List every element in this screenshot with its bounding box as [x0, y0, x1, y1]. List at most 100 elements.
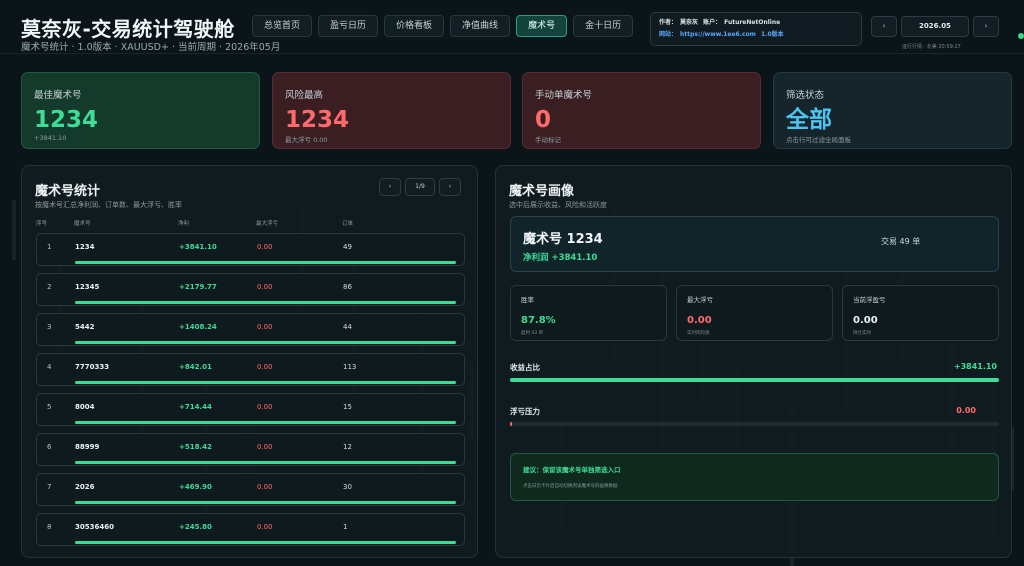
- table-row[interactable]: 5 8004 +714.44 0.00 15: [36, 393, 465, 426]
- kpi-sub: +3841.10: [34, 134, 67, 142]
- row-magic: 12345: [75, 283, 100, 291]
- income-share-value: +3841.10: [953, 362, 997, 371]
- row-profit: +714.44: [179, 403, 212, 411]
- kpi-sub: 手动标记: [535, 136, 561, 144]
- panel-title: 魔术号统计: [35, 184, 101, 199]
- status-dot-icon: [1018, 33, 1024, 39]
- row-orders: 86: [343, 283, 352, 291]
- nav-pnl-calendar[interactable]: 盈亏日历: [318, 15, 379, 37]
- kpi-manual-magic[interactable]: 手动单魔术号 0 手动标记: [522, 72, 761, 149]
- row-magic: 88999: [75, 443, 100, 451]
- top-nav: 总览首页 盈亏日历 价格看板 净值曲线 魔术号 金十日历: [252, 15, 634, 37]
- table-row[interactable]: 2 12345 +2179.77 0.00 86: [36, 273, 465, 306]
- account-label: 账户：: [703, 19, 722, 26]
- metric-value: 87.8%: [521, 315, 556, 326]
- row-share-fill: [75, 541, 456, 544]
- col-magic: 魔术号: [74, 221, 91, 227]
- pager: ‹ 1/9 ›: [379, 178, 461, 196]
- advice-sub: 点击日历卡片后自动切换到该魔术号的画像数据: [523, 484, 618, 489]
- table-row[interactable]: 3 5442 +1408.24 0.00 44: [36, 313, 465, 346]
- portrait-trade-count: 交易 49 单: [881, 237, 921, 246]
- row-share-fill: [75, 261, 456, 264]
- app-title: 莫奈灰-交易统计驾驶舱: [21, 17, 235, 41]
- metric-sub: 盈利 43 单: [521, 331, 544, 336]
- row-share-fill: [75, 421, 456, 424]
- table-row[interactable]: 1 1234 +3841.10 0.00 49: [36, 233, 465, 266]
- kpi-best-magic[interactable]: 最佳魔术号 1234 +3841.10: [21, 72, 260, 149]
- author-row: 作者： 莫奈灰 账户： FutureNetOnline: [659, 17, 853, 29]
- row-profit: +2179.77: [179, 283, 217, 291]
- metric-label: 当前浮盈亏: [853, 296, 886, 304]
- row-profit: +518.42: [179, 443, 212, 451]
- kpi-filter-status[interactable]: 筛选状态 全部 点击行可过滤全局面板: [773, 72, 1012, 149]
- date-next-button[interactable]: ›: [973, 16, 999, 37]
- row-max-drawdown: 0.00: [257, 243, 273, 251]
- table-row[interactable]: 4 7770333 +842.01 0.00 113: [36, 353, 465, 386]
- nav-equity-curve[interactable]: 净值曲线: [450, 15, 511, 37]
- income-share-bar: [510, 378, 999, 382]
- row-max-drawdown: 0.00: [257, 483, 273, 491]
- metric-value: 0.00: [853, 315, 878, 326]
- site-link[interactable]: https://www.1ee6.com: [680, 31, 756, 38]
- row-share-fill: [75, 301, 456, 304]
- row-magic: 2026: [75, 483, 95, 491]
- income-share-label: 收益占比: [510, 363, 540, 372]
- row-idx: 2: [47, 283, 52, 291]
- dashboard: 莫奈灰-交易统计驾驶舱 魔术号统计 · 1.0版本 · XAUUSD+ · 当前…: [0, 0, 1024, 566]
- page-next-button[interactable]: ›: [439, 178, 461, 196]
- row-magic: 30536460: [75, 523, 114, 531]
- table-row[interactable]: 8 30536460 +245.80 0.00 1: [36, 513, 465, 546]
- panel-title: 魔术号画像: [509, 184, 575, 199]
- nav-overview[interactable]: 总览首页: [252, 15, 313, 37]
- row-profit: +469.90: [179, 483, 212, 491]
- float-pressure-label: 浮亏压力: [510, 407, 540, 416]
- date-prev-button[interactable]: ‹: [871, 16, 897, 37]
- table-header: 序号 魔术号 净利 最大浮亏 订单: [36, 219, 466, 229]
- author-info-box: 作者： 莫奈灰 账户： FutureNetOnline 网站： https://www…: [650, 12, 862, 46]
- page-indicator: 1/9: [405, 178, 435, 196]
- row-magic: 5442: [75, 323, 95, 331]
- nav-magic-number[interactable]: 魔术号: [516, 15, 568, 37]
- kpi-value: 全部: [786, 107, 832, 133]
- nav-price-board[interactable]: 价格看板: [384, 15, 445, 37]
- table-row[interactable]: 6 88999 +518.42 0.00 12: [36, 433, 465, 466]
- row-max-drawdown: 0.00: [257, 323, 273, 331]
- income-share-fill: [510, 378, 999, 382]
- row-idx: 5: [47, 403, 52, 411]
- nav-jin10-calendar[interactable]: 金十日历: [573, 15, 634, 37]
- portrait-magic-title: 魔术号 1234: [523, 232, 603, 247]
- magic-portrait-panel: 魔术号画像 选中后展示收益、风险和活跃度 魔术号 1234 净利润 +3841.…: [495, 165, 1012, 558]
- row-magic: 1234: [75, 243, 95, 251]
- version-label: 1.0版本: [761, 31, 784, 38]
- page-prev-button[interactable]: ‹: [379, 178, 401, 196]
- date-field[interactable]: 2026.05: [901, 16, 969, 37]
- float-pressure-fill: [510, 422, 512, 426]
- col-orders: 订单: [342, 221, 354, 227]
- row-share-bar: [75, 301, 456, 304]
- table-row[interactable]: 7 2026 +469.90 0.00 30: [36, 473, 465, 506]
- row-idx: 3: [47, 323, 52, 331]
- portrait-net-profit: 净利润 +3841.10: [523, 253, 598, 263]
- row-share-fill: [75, 461, 456, 464]
- kpi-highest-risk[interactable]: 风险最高 1234 最大浮亏 0.00: [272, 72, 511, 149]
- row-share-bar: [75, 461, 456, 464]
- row-share-bar: [75, 501, 456, 504]
- row-orders: 15: [343, 403, 352, 411]
- row-orders: 44: [343, 323, 352, 331]
- site-row: 网站： https://www.1ee6.com 1.0版本: [659, 29, 853, 41]
- row-max-drawdown: 0.00: [257, 363, 273, 371]
- row-orders: 30: [343, 483, 352, 491]
- panel-subtitle: 选中后展示收益、风险和活跃度: [509, 201, 607, 209]
- row-idx: 6: [47, 443, 52, 451]
- row-magic: 7770333: [75, 363, 110, 371]
- magic-stats-panel: 魔术号统计 按魔术号汇总净利润、订单数、最大浮亏、胜率 ‹ 1/9 › 序号 魔…: [21, 165, 478, 558]
- advice-box: 建议：保留该魔术号单独筛选入口 点击日历卡片后自动切换到该魔术号的画像数据: [510, 453, 999, 501]
- app-subtitle: 魔术号统计 · 1.0版本 · XAUUSD+ · 当前周期 · 2026年05…: [21, 42, 281, 53]
- metric-label: 胜率: [521, 296, 534, 304]
- metric-value: 0.00: [687, 315, 712, 326]
- row-max-drawdown: 0.00: [257, 283, 273, 291]
- row-idx: 1: [47, 243, 52, 251]
- update-time: 运行行情 · 北美 20:59:27: [902, 44, 961, 50]
- panel-subtitle: 按魔术号汇总净利润、订单数、最大浮亏、胜率: [35, 201, 182, 209]
- row-share-bar: [75, 261, 456, 264]
